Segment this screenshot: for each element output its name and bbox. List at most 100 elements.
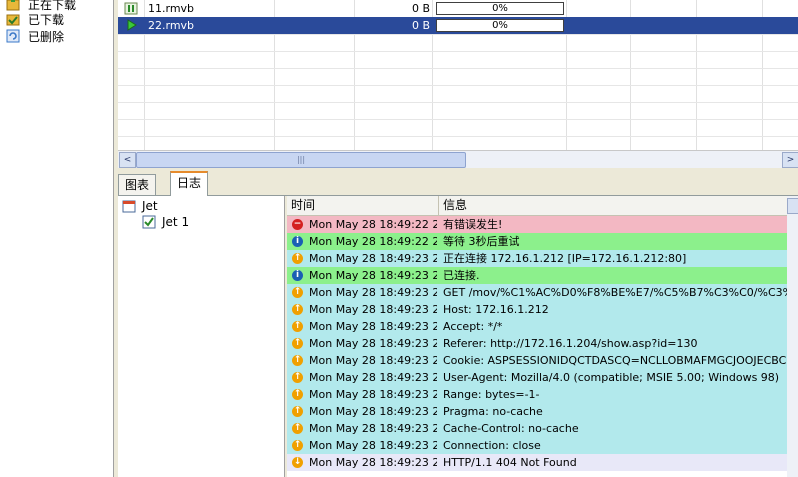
empty-row <box>118 68 798 86</box>
scroll-thumb[interactable]: ||| <box>136 152 466 168</box>
log-tree-root-label: Jet <box>142 199 158 213</box>
chevron-left-icon: < <box>123 155 132 165</box>
empty-row <box>118 85 798 103</box>
tree-item-label: 已删除 <box>28 29 65 44</box>
empty-row <box>118 34 798 52</box>
empty-row <box>118 119 798 137</box>
tab-log[interactable]: 日志 <box>170 171 209 197</box>
log-row[interactable]: ↑ Mon May 28 18:49:23 2... Accept: */* <box>287 318 787 335</box>
recycle-icon <box>6 29 20 43</box>
arrow-up-icon: ↑ <box>292 287 303 298</box>
info-icon: i <box>292 236 303 247</box>
column-header-time[interactable]: 时间 <box>287 196 439 215</box>
file-size: 0 B <box>411 2 430 15</box>
scroll-up-button[interactable] <box>787 198 798 214</box>
empty-row <box>118 51 798 69</box>
calendar-icon <box>122 199 136 213</box>
log-header: 时间 信息 <box>287 196 787 216</box>
log-info: User-Agent: Mozilla/4.0 (compatible; MSI… <box>443 371 780 384</box>
log-info: Pragma: no-cache <box>443 405 543 418</box>
tree-item-deleted[interactable]: 已删除 <box>6 28 64 44</box>
log-row[interactable]: ↑ Mon May 28 18:49:23 2... Referer: http:/… <box>287 335 787 352</box>
log-time: Mon May 28 18:49:23 2... <box>309 337 437 350</box>
log-info: Accept: */* <box>443 320 503 333</box>
log-time: Mon May 28 18:49:23 2... <box>309 422 437 435</box>
arrow-up-icon: ↑ <box>292 389 303 400</box>
log-row[interactable]: ↑ Mon May 28 18:49:23 2... Pragma: no-cach… <box>287 403 787 420</box>
log-row[interactable]: ↑ Mon May 28 18:49:23 2... Host: 172.16.1.… <box>287 301 787 318</box>
log-info: GET /mov/%C1%AC%D0%F8%BE%E7/%C5%B7%C3%C0… <box>443 286 787 299</box>
arrow-up-icon: ↑ <box>292 440 303 451</box>
paused-status-icon <box>124 0 140 17</box>
log-info: Cookie: ASPSESSIONIDQCTDASCQ=NCLLOBMAFMG… <box>443 354 787 367</box>
chevron-right-icon: > <box>786 155 795 165</box>
download-row[interactable]: 11.rmvb 0 B 0% <box>118 0 798 18</box>
log-row[interactable]: ↑ Mon May 28 18:49:23 2... 正在连接 172.16.1.2… <box>287 250 787 267</box>
downloading-folder-icon <box>6 0 20 11</box>
log-info: 正在连接 172.16.1.212 [IP=172.16.1.212:80] <box>443 252 687 265</box>
arrow-up-icon: ↑ <box>292 372 303 383</box>
log-time: Mon May 28 18:49:23 2... <box>309 354 437 367</box>
log-tree-child[interactable]: Jet 1 <box>142 214 189 230</box>
log-info: 有错误发生! <box>443 218 503 231</box>
scroll-right-button[interactable]: > <box>782 152 798 168</box>
log-row[interactable]: ↑ Mon May 28 18:49:23 2... Range: bytes=-1… <box>287 386 787 403</box>
progress-bar: 0% <box>436 2 564 15</box>
log-row[interactable]: ↓ Mon May 28 18:49:23 2... HTTP/1.1 404 No… <box>287 454 787 471</box>
log-row[interactable]: − Mon May 28 18:49:22 2... 有错误发生! <box>287 216 787 233</box>
log-time: Mon May 28 18:49:23 2... <box>309 371 437 384</box>
arrow-up-icon: ↑ <box>292 423 303 434</box>
log-row[interactable]: ↑ Mon May 28 18:49:23 2... Connection: clo… <box>287 437 787 454</box>
log-row[interactable]: ↑ Mon May 28 18:49:23 2... Cookie: ASPSESS… <box>287 352 787 369</box>
log-tree-root[interactable]: Jet <box>122 198 158 214</box>
log-time: Mon May 28 18:49:23 2... <box>309 456 437 469</box>
error-icon: − <box>292 219 303 230</box>
log-info: Connection: close <box>443 439 541 452</box>
log-time: Mon May 28 18:49:23 2... <box>309 286 437 299</box>
arrow-up-icon: ↑ <box>292 253 303 264</box>
log-row[interactable]: i Mon May 28 18:49:23 2... 已连接. <box>287 267 787 284</box>
arrow-up-icon: ↑ <box>292 355 303 366</box>
arrow-up-icon: ↑ <box>292 321 303 332</box>
log-time: Mon May 28 18:49:22 2... <box>309 235 437 248</box>
log-time: Mon May 28 18:49:23 2... <box>309 405 437 418</box>
tree-item-downloaded[interactable]: 已下载 <box>6 11 64 27</box>
log-info: Host: 172.16.1.212 <box>443 303 549 316</box>
log-info: Range: bytes=-1- <box>443 388 540 401</box>
downloaded-folder-icon <box>6 12 20 26</box>
arrow-up-icon: ↑ <box>292 406 303 417</box>
log-time: Mon May 28 18:49:23 2... <box>309 269 437 282</box>
log-tree-child-label: Jet 1 <box>162 215 190 229</box>
log-time: Mon May 28 18:49:23 2... <box>309 252 437 265</box>
arrow-up-icon: ↑ <box>292 304 303 315</box>
log-row[interactable]: i Mon May 28 18:49:22 2... 等待 3秒后重试 <box>287 233 787 250</box>
log-row[interactable]: ↑ Mon May 28 18:49:23 2... GET /mov/%C1%AC… <box>287 284 787 301</box>
horizontal-scrollbar[interactable]: < ||| > <box>118 150 798 168</box>
column-header-info[interactable]: 信息 <box>439 196 787 215</box>
file-name: 11.rmvb <box>148 2 195 15</box>
log-time: Mon May 28 18:49:23 2... <box>309 388 437 401</box>
vertical-scrollbar[interactable] <box>787 196 798 477</box>
checked-task-icon <box>142 215 156 229</box>
file-name: 22.rmvb <box>148 19 195 32</box>
scroll-left-button[interactable]: < <box>119 152 136 168</box>
log-row[interactable]: ↑ Mon May 28 18:49:23 2... Cache-Control: … <box>287 420 787 437</box>
log-info: 等待 3秒后重试 <box>443 235 520 248</box>
progress-text: 0% <box>492 20 508 31</box>
log-row[interactable]: ↑ Mon May 28 18:49:23 2... User-Agent: Moz… <box>287 369 787 386</box>
download-row-selected[interactable]: 22.rmvb 0 B 0% <box>118 17 798 35</box>
log-info: Cache-Control: no-cache <box>443 422 579 435</box>
empty-row <box>118 102 798 120</box>
downloads-grid: 11.rmvb 0 B 0% 22.rmvb 0 B 0% <box>118 0 798 150</box>
log-source-tree: Jet Jet 1 <box>118 196 285 477</box>
progress-bar: 0% <box>436 19 564 32</box>
info-icon: i <box>292 270 303 281</box>
log-time: Mon May 28 18:49:23 2... <box>309 439 437 452</box>
arrow-up-icon: ↑ <box>292 338 303 349</box>
log-table: 时间 信息 − Mon May 28 18:49:22 2... 有错误发生! i Mo… <box>287 196 798 477</box>
log-info: 已连接. <box>443 269 480 282</box>
tab-chart[interactable]: 图表 <box>118 174 157 195</box>
category-tree: 正在下载 已下载 已删除 <box>0 0 114 477</box>
file-size: 0 B <box>411 19 430 32</box>
log-time: Mon May 28 18:49:22 2... <box>309 218 437 231</box>
